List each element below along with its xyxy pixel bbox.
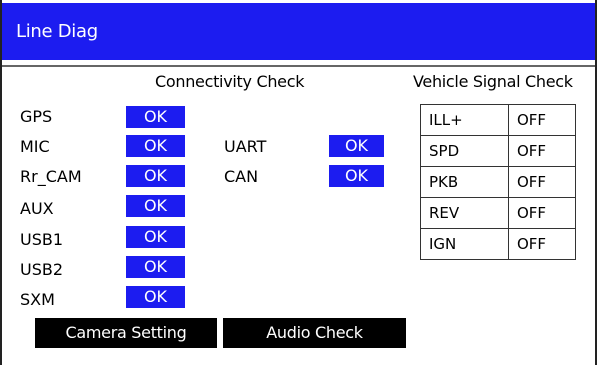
signal-value-spd: OFF	[508, 135, 576, 167]
status-badge-mic: OK	[126, 135, 185, 157]
label-can: CAN	[224, 167, 259, 186]
connectivity-check-title: Connectivity Check	[155, 72, 305, 91]
status-badge-can: OK	[329, 165, 384, 187]
label-gps: GPS	[20, 107, 53, 126]
table-row: SPD OFF	[420, 135, 576, 167]
status-badge-sxm: OK	[126, 286, 185, 308]
label-rr-cam: Rr_CAM	[20, 167, 82, 186]
status-badge-usb2: OK	[126, 256, 185, 278]
table-row: IGN OFF	[420, 228, 576, 260]
audio-check-button[interactable]: Audio Check	[223, 318, 406, 348]
label-uart: UART	[224, 137, 267, 156]
status-badge-uart: OK	[329, 135, 384, 157]
signal-value-ill: OFF	[508, 104, 576, 136]
status-badge-gps: OK	[126, 106, 185, 128]
signal-label-ill: ILL+	[420, 104, 509, 136]
signal-label-spd: SPD	[420, 135, 509, 167]
table-row: PKB OFF	[420, 166, 576, 198]
label-usb2: USB2	[20, 260, 64, 279]
signal-label-ign: IGN	[420, 228, 509, 260]
label-sxm: SXM	[20, 290, 55, 309]
signal-value-ign: OFF	[508, 228, 576, 260]
title-bar: Line Diag	[2, 3, 595, 60]
header-divider	[2, 65, 595, 67]
vehicle-signal-check-title: Vehicle Signal Check	[413, 72, 573, 91]
signal-value-rev: OFF	[508, 197, 576, 229]
table-row: ILL+ OFF	[420, 104, 576, 136]
signal-label-pkb: PKB	[420, 166, 509, 198]
status-badge-rr-cam: OK	[126, 165, 185, 187]
table-row: REV OFF	[420, 197, 576, 229]
status-badge-usb1: OK	[126, 226, 185, 248]
signal-value-pkb: OFF	[508, 166, 576, 198]
label-aux: AUX	[20, 199, 54, 218]
signal-label-rev: REV	[420, 197, 509, 229]
vehicle-signal-table: ILL+ OFF SPD OFF PKB OFF REV OFF IGN OFF	[420, 104, 576, 260]
label-usb1: USB1	[20, 230, 64, 249]
camera-setting-button[interactable]: Camera Setting	[35, 318, 217, 348]
label-mic: MIC	[20, 137, 50, 156]
status-badge-aux: OK	[126, 195, 185, 217]
window-title: Line Diag	[16, 21, 98, 42]
